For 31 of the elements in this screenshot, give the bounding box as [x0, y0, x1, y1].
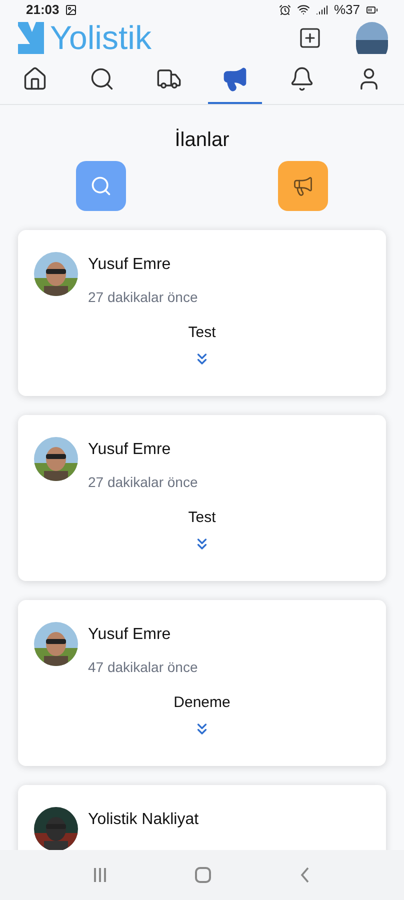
status-time: 21:03	[26, 1, 60, 19]
author-name: Yusuf Emre	[88, 624, 172, 644]
home-nav-icon[interactable]	[194, 867, 211, 883]
post-text: Test	[188, 508, 216, 528]
home-icon	[22, 66, 48, 92]
plus-icon	[298, 26, 322, 50]
search-icon	[90, 174, 112, 196]
post-time: 27 dakikalar önce	[88, 472, 198, 492]
post-time: 27 dakikalar önce	[88, 288, 198, 306]
megaphone-icon	[292, 174, 314, 196]
author-name: Yusuf Emre	[88, 440, 172, 460]
logo-text: Yolistik	[50, 21, 152, 54]
back-icon[interactable]	[300, 867, 310, 883]
megaphone-icon	[222, 66, 248, 92]
recent-apps-icon[interactable]	[94, 868, 106, 882]
author-name: Yolistik Nakliyat	[88, 810, 199, 830]
search-icon	[88, 66, 115, 92]
gallery-icon	[65, 4, 78, 16]
post-time: 47 dakikalar önce	[88, 658, 198, 676]
profile-avatar[interactable]	[356, 22, 388, 54]
battery-level: %37	[334, 1, 360, 19]
post-text: Deneme	[174, 692, 230, 712]
search-button[interactable]	[76, 160, 126, 210]
alarm-icon	[278, 4, 291, 16]
logo-icon	[16, 20, 46, 56]
battery-icon	[366, 4, 378, 16]
post-ad-button[interactable]	[278, 160, 328, 210]
bell-icon	[289, 66, 316, 92]
page-title: İlanlar	[174, 128, 230, 152]
post-text: Test	[188, 322, 216, 342]
author-name: Yusuf Emre	[88, 254, 172, 274]
